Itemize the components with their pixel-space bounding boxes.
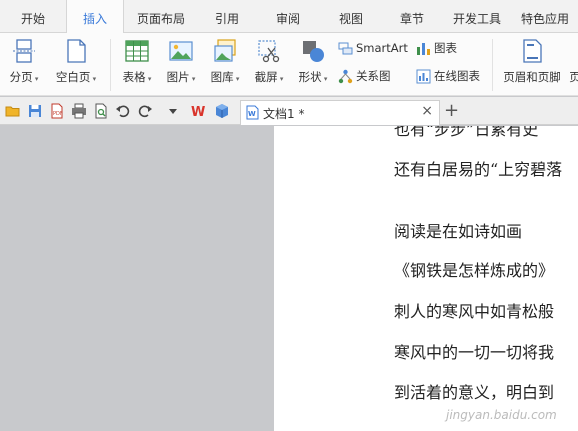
svg-text:W: W (248, 110, 256, 118)
blank-page-label: 空白页 (50, 69, 102, 85)
shapes-label: 形状 (292, 69, 334, 85)
document-line: 阅读是在如诗如画 (394, 222, 523, 241)
online-chart-button[interactable]: 在线图表 (416, 66, 480, 86)
export-pdf-icon[interactable]: PDF (49, 103, 65, 119)
menu-bar: 开始 插入 页面布局 引用 审阅 视图 章节 开发工具 特色应用 (0, 0, 578, 34)
tab-section[interactable]: 章节 (382, 0, 442, 33)
document-line: 也有“步步”日累有史 (394, 126, 539, 139)
ribbon-separator (110, 39, 111, 91)
picture-button[interactable]: 图片 (160, 33, 202, 96)
undo-icon[interactable] (115, 103, 131, 119)
document-line: 到活着的意义，明白到 (394, 383, 555, 402)
word-doc-icon: W (246, 105, 259, 120)
header-footer-icon (523, 39, 542, 63)
page-break-button[interactable]: 分页 (4, 33, 44, 96)
wps-logo-icon[interactable]: W (190, 103, 206, 119)
print-icon[interactable] (71, 103, 87, 119)
document-line: 《钢铁是怎样炼成的》 (394, 261, 555, 280)
screenshot-button[interactable]: 截屏 (248, 33, 290, 96)
close-icon[interactable]: × (421, 103, 433, 119)
watermark-text: jingyan.baidu.com (446, 408, 557, 422)
scissors-icon (258, 40, 280, 63)
document-tab[interactable]: W 文档1 * × (240, 100, 440, 125)
relation-chart-label: 关系图 (356, 69, 391, 83)
picture-icon (169, 41, 193, 61)
svg-text:PDF: PDF (53, 111, 63, 117)
tab-page-layout[interactable]: 页面布局 (124, 0, 198, 33)
gallery-icon (214, 39, 236, 62)
ribbon-separator (492, 39, 493, 91)
smartart-button[interactable]: SmartArt (338, 38, 408, 58)
blank-page-icon (67, 39, 86, 63)
document-page[interactable]: 也有“步步”日累有史 还有白居易的“上穷碧落 阅读是在如诗如画 《钢铁是怎样炼成… (274, 126, 578, 431)
dropdown-icon[interactable] (165, 103, 181, 119)
redo-icon[interactable] (137, 103, 153, 119)
save-icon[interactable] (27, 103, 43, 119)
table-icon (125, 40, 149, 62)
header-footer-label: 页眉和页脚 (503, 70, 561, 84)
shapes-button[interactable]: 形状 (292, 33, 334, 96)
tab-features[interactable]: 特色应用 (512, 0, 578, 33)
document-line: 刺人的寒风中如青松般 (394, 302, 555, 321)
cube-icon[interactable] (214, 103, 230, 119)
chart-button[interactable]: 图表 (416, 38, 457, 58)
smartart-icon (338, 42, 353, 55)
document-tab-title: 文档1 * (263, 107, 305, 121)
smartart-label: SmartArt (356, 41, 408, 55)
tab-home[interactable]: 开始 (0, 0, 66, 33)
tab-developer[interactable]: 开发工具 (442, 0, 512, 33)
gallery-button[interactable]: 图库 (204, 33, 246, 96)
page-number-button[interactable]: 页 (568, 33, 578, 96)
page-break-label: 分页 (4, 69, 44, 85)
ribbon-insert: 分页 空白页 表格 图片 图库 (0, 33, 578, 96)
add-tab-button[interactable]: + (444, 100, 459, 121)
blank-page-button[interactable]: 空白页 (50, 33, 102, 96)
tab-references[interactable]: 引用 (198, 0, 256, 33)
page-break-icon (13, 39, 35, 63)
relation-chart-icon (338, 69, 353, 84)
table-label: 表格 (116, 69, 158, 85)
print-preview-icon[interactable] (93, 103, 109, 119)
document-line: 还有白居易的“上穷碧落 (394, 160, 563, 179)
tab-review[interactable]: 审阅 (256, 0, 320, 33)
online-chart-label: 在线图表 (434, 69, 480, 83)
page-number-label: 页 (569, 70, 578, 84)
screenshot-label: 截屏 (248, 69, 290, 85)
online-chart-icon (416, 69, 431, 84)
document-line: 寒风中的一切一切将我 (394, 343, 555, 362)
bar-chart-icon (417, 43, 430, 55)
svg-text:W: W (191, 105, 205, 119)
tab-view[interactable]: 视图 (320, 0, 382, 33)
gallery-label: 图库 (204, 69, 246, 85)
open-folder-icon[interactable] (5, 103, 21, 119)
table-button[interactable]: 表格 (116, 33, 158, 96)
relation-chart-button[interactable]: 关系图 (338, 66, 391, 86)
tab-insert[interactable]: 插入 (66, 0, 124, 34)
picture-label: 图片 (160, 69, 202, 85)
chart-label: 图表 (434, 41, 457, 55)
shapes-icon (303, 41, 324, 62)
header-footer-button[interactable]: 页眉和页脚 (498, 33, 566, 96)
